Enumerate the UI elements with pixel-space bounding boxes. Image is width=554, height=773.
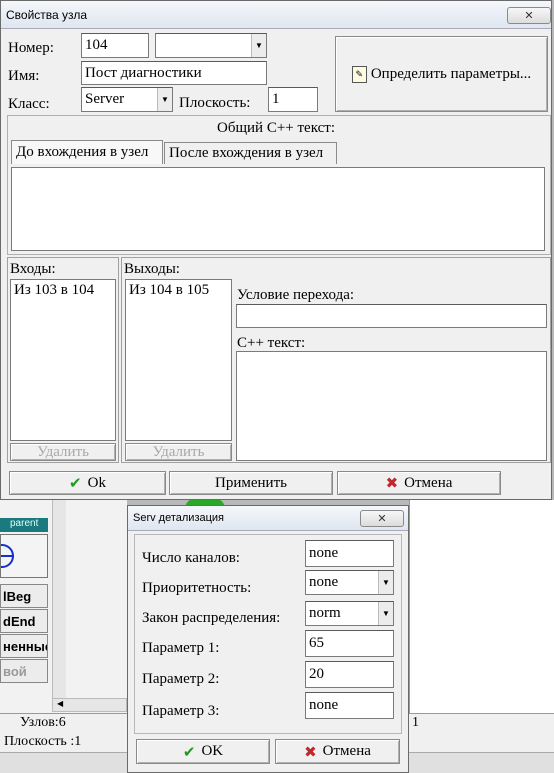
channels-label: Число каналов: xyxy=(142,550,240,566)
number-combo[interactable]: ▼ xyxy=(155,33,267,58)
parent-tag: parent xyxy=(0,518,48,532)
canvas-area xyxy=(409,500,554,713)
condition-label: Условие перехода: xyxy=(237,287,355,303)
class-label: Класс: xyxy=(8,96,50,112)
distribution-combo[interactable]: norm ▼ xyxy=(305,601,394,626)
checkmark-icon: ✔ xyxy=(69,474,82,492)
outputs-list[interactable]: Из 104 в 105 xyxy=(125,279,232,441)
close-button[interactable]: ✕ xyxy=(507,7,551,24)
condition-field[interactable] xyxy=(236,304,547,328)
apply-button[interactable]: Применить xyxy=(169,471,333,495)
circle-node-icon xyxy=(1,544,14,568)
inputs-list[interactable]: Из 103 в 104 xyxy=(10,279,116,441)
horizontal-scrollbar[interactable]: ◀ xyxy=(52,698,127,712)
priority-combo[interactable]: none ▼ xyxy=(305,570,394,595)
outputs-label: Выходы: xyxy=(124,261,180,277)
vertical-scrollbar[interactable] xyxy=(52,500,66,710)
delete-input-button[interactable]: Удалить xyxy=(10,443,116,461)
cpp-text-label: С++ текст: xyxy=(237,335,306,351)
name-field[interactable]: Пост диагностики xyxy=(81,61,267,85)
cross-icon: ✖ xyxy=(385,474,399,492)
dend-button[interactable]: dEnd xyxy=(0,609,48,633)
param1-label: Параметр 1: xyxy=(142,640,220,656)
chevron-down-icon: ▼ xyxy=(157,88,172,111)
list-item[interactable]: Из 104 в 105 xyxy=(129,282,228,299)
checkmark-icon: ✔ xyxy=(182,742,196,761)
define-params-button[interactable]: ✎ Определить параметры... xyxy=(335,36,548,112)
channels-field[interactable]: none xyxy=(305,540,394,567)
dialog-title: Свойства узла xyxy=(6,7,88,22)
tab-after-entry[interactable]: После вхождения в узел xyxy=(164,142,337,164)
lbeg-button[interactable]: lBeg xyxy=(0,584,48,608)
class-combo[interactable]: Server ▼ xyxy=(81,87,173,112)
inputs-label: Входы: xyxy=(10,261,56,277)
close-button[interactable]: ✕ xyxy=(360,510,404,527)
tab-before-entry[interactable]: До вхождения в узел xyxy=(11,140,163,164)
node-properties-dialog: Свойства узла ✕ Номер: 104 ▼ Имя: Пост д… xyxy=(0,0,552,500)
number-field[interactable]: 104 xyxy=(81,33,149,58)
cancel-button[interactable]: ✖ Отмена xyxy=(275,739,400,764)
priority-label: Приоритетность: xyxy=(142,580,252,596)
node-tool-button[interactable] xyxy=(0,534,48,578)
dialog-titlebar: Свойства узла xyxy=(1,1,551,29)
param1-field[interactable]: 65 xyxy=(305,630,394,657)
serv-detail-dialog: Serv детализация ✕ Число каналов: none П… xyxy=(127,505,409,773)
distribution-label: Закон распределения: xyxy=(142,610,281,626)
list-item[interactable]: Из 103 в 104 xyxy=(14,282,112,299)
close-icon: ✕ xyxy=(524,10,534,22)
chevron-down-icon: ▼ xyxy=(378,602,393,625)
common-cpp-textarea[interactable] xyxy=(11,167,545,251)
dialog-title: Serv детализация xyxy=(133,512,225,524)
plane-field[interactable]: 1 xyxy=(268,87,318,112)
number-label: Номер: xyxy=(8,40,54,56)
param2-field[interactable]: 20 xyxy=(305,661,394,688)
named-button[interactable]: ненные xyxy=(0,634,48,658)
cancel-button[interactable]: ✖ Отмена xyxy=(337,471,501,495)
common-cpp-label: Общий С++ текст: xyxy=(217,120,336,136)
ok-button[interactable]: ✔ OK xyxy=(136,739,270,764)
delete-output-button[interactable]: Удалить xyxy=(125,443,232,461)
close-icon: ✕ xyxy=(377,513,387,525)
plane-label: Плоскость: xyxy=(179,95,251,111)
param3-label: Параметр 3: xyxy=(142,703,220,719)
param2-label: Параметр 2: xyxy=(142,671,220,687)
params-icon: ✎ xyxy=(351,65,367,83)
column-marker: 1 xyxy=(412,715,419,730)
cross-icon: ✖ xyxy=(304,742,317,761)
name-label: Имя: xyxy=(8,68,40,84)
nodes-count-status: Узлов:6 xyxy=(20,715,66,730)
cpp-textarea[interactable] xyxy=(236,351,547,461)
ok-button[interactable]: ✔ Ok xyxy=(9,471,166,495)
chevron-down-icon: ▼ xyxy=(251,34,266,57)
param3-field[interactable]: none xyxy=(305,692,394,719)
plane-status: Плоскость :1 xyxy=(4,734,82,749)
chevron-down-icon: ▼ xyxy=(378,571,393,594)
disabled-tool-button[interactable]: вой xyxy=(0,659,48,683)
